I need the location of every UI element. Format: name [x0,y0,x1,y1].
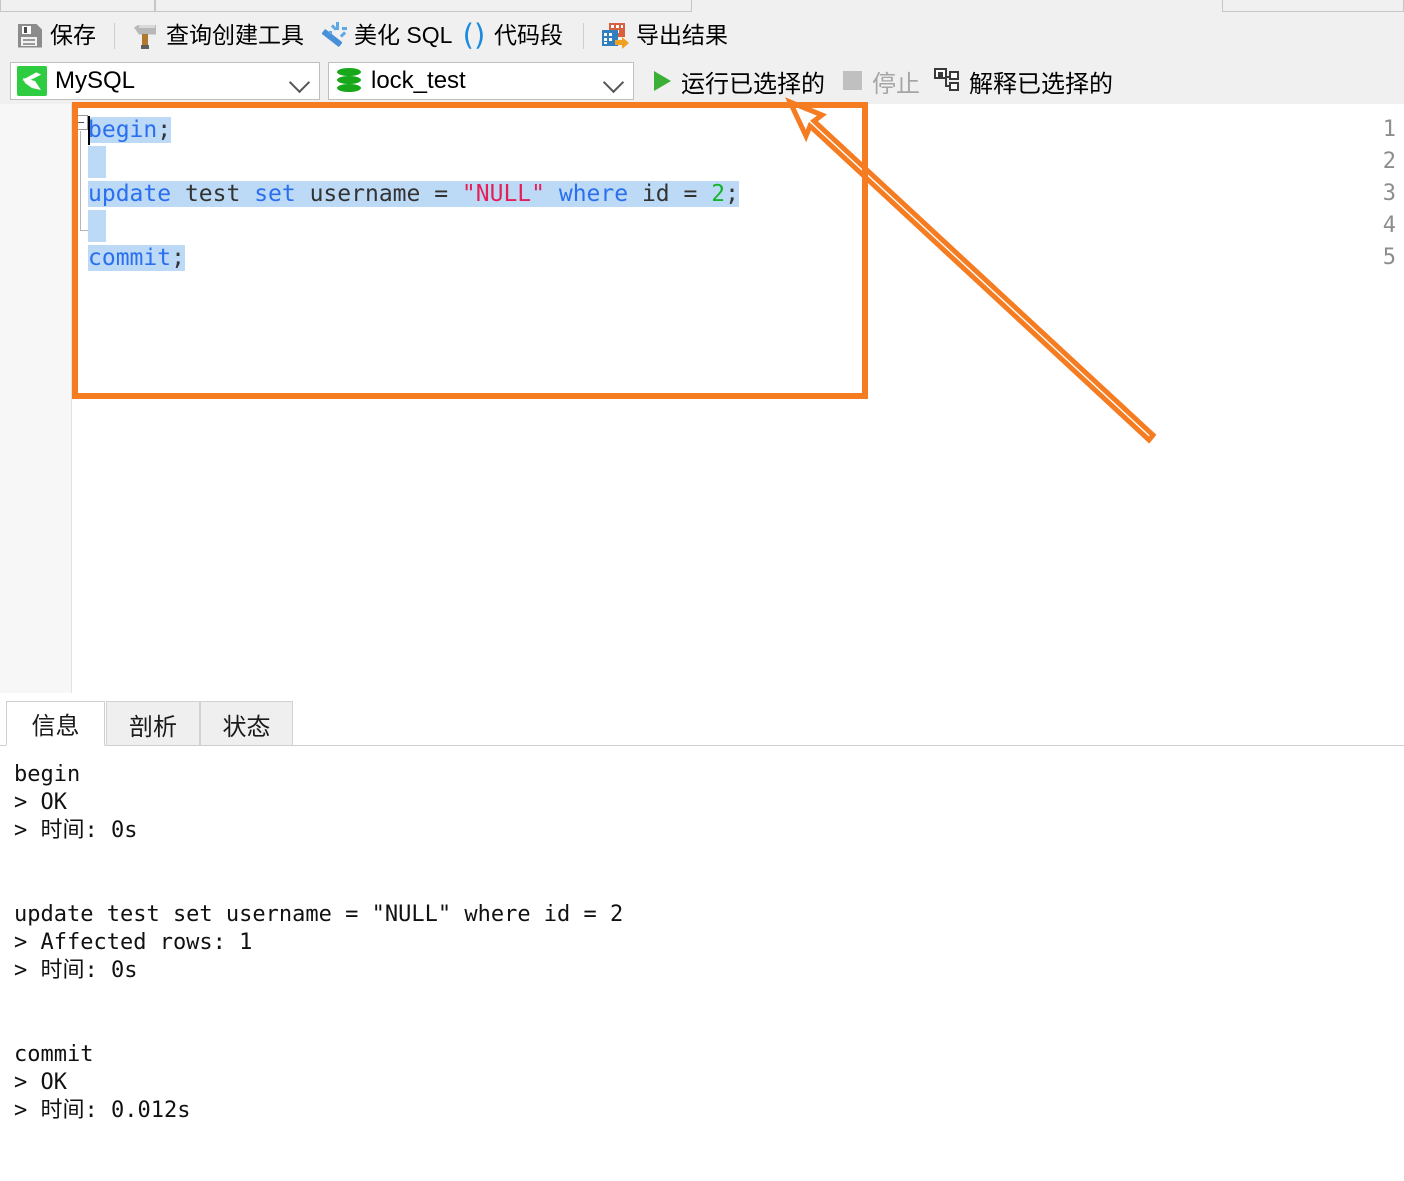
stop-label: 停止 [872,70,920,98]
query-builder-label: 查询创建工具 [166,22,304,48]
token-semicolon-5: ; [171,245,185,271]
code-line-1[interactable]: begin; [88,114,172,146]
explain-icon [934,68,961,94]
tab-edge-1 [0,0,155,12]
chevron-down-icon-db[interactable] [602,71,625,94]
token-keyword-update: update [88,181,172,207]
results-panel: 信息 剖析 状态 begin > OK > 时间: 0s update test… [0,693,1404,1181]
database-icon [335,66,363,96]
code-snippet-button[interactable]: () 代码段 [452,13,572,58]
connection-bar: MySQL lock_test 运行已选择的 停止 解释已选择的 [0,58,1404,104]
save-label: 保存 [50,22,96,48]
beautify-sql-button[interactable]: 美化 SQL [310,13,461,58]
line-number-1: 1 [1382,117,1396,142]
token-table-test: test [171,181,255,207]
code-line-5[interactable]: commit; [88,242,185,274]
export-result-label: 导出结果 [636,22,728,48]
line-number-3: 3 [1382,181,1396,206]
stop-icon [842,70,864,92]
token-space-1 [545,181,559,207]
token-column-username: username = [295,181,462,207]
results-tab-baseline [0,745,1404,746]
tab-status[interactable]: 状态 [200,701,293,746]
tab-profile-label: 剖析 [129,713,177,741]
chevron-down-icon[interactable] [288,71,311,94]
parentheses-icon: () [462,17,486,52]
query-builder-button[interactable]: 查询创建工具 [124,13,313,58]
code-snippet-label: 代码段 [494,22,563,48]
magic-wand-icon [319,21,347,50]
connection-value: MySQL [55,67,136,94]
token-keyword-where: where [558,181,629,207]
toolbar-separator-2 [583,23,584,49]
token-column-id: id = [628,181,712,207]
token-keyword-commit: commit [88,245,172,271]
message-output: begin > OK > 时间: 0s update test set user… [14,762,624,1123]
database-select[interactable]: lock_test [328,62,634,100]
results-tab-row: 信息 剖析 状态 [0,701,1404,746]
token-string-null: "NULL" [461,181,545,207]
connection-select[interactable]: MySQL [10,62,320,100]
play-icon [651,70,673,92]
tab-information[interactable]: 信息 [6,701,105,746]
beautify-sql-label: 美化 SQL [354,22,453,48]
gutter-divider [71,104,72,693]
save-icon [17,23,43,49]
tab-edge-3 [1222,0,1404,12]
mysql-dolphin-icon [17,66,47,96]
code-line-3[interactable]: update test set username = "NULL" where … [88,178,739,210]
line-number-4: 4 [1382,213,1396,238]
tab-edge-2 [155,0,692,12]
save-button[interactable]: 保存 [8,13,105,58]
explain-selected-button[interactable]: 解释已选择的 [927,62,1120,100]
toolbar: 保存 查询创建工具 美化 SQL () 代码段 导出结果 [0,13,1404,58]
token-semicolon-3: ; [725,181,739,207]
sql-editor[interactable]: 1 2 3 4 5 begin; update test set usernam… [0,104,1404,693]
tab-status-label: 状态 [222,713,271,741]
top-tab-strip [0,0,1404,13]
code-fold-toggle[interactable] [73,115,88,130]
token-semicolon-1: ; [157,117,172,143]
line-number-2: 2 [1382,149,1396,174]
code-fold-bar [80,131,81,230]
tab-information-label: 信息 [31,713,80,740]
hammer-icon [133,22,159,50]
stop-button: 停止 [835,62,927,100]
selection-blank-line-4 [88,210,106,242]
run-selected-button[interactable]: 运行已选择的 [644,62,832,100]
export-result-button[interactable]: 导出结果 [592,13,737,58]
code-fold-end [80,230,88,231]
export-icon [601,22,629,50]
token-number-2: 2 [711,181,726,207]
selection-blank-line-2 [88,146,106,178]
tab-profile[interactable]: 剖析 [106,701,200,746]
toolbar-separator-1 [114,23,115,49]
explain-selected-label: 解释已选择的 [969,70,1113,98]
database-value: lock_test [371,67,466,94]
token-keyword-begin: begin [88,117,158,143]
run-selected-label: 运行已选择的 [681,70,825,98]
text-caret [88,116,90,145]
line-number-5: 5 [1382,245,1396,270]
editor-gutter [0,104,72,693]
token-keyword-set: set [254,181,296,207]
